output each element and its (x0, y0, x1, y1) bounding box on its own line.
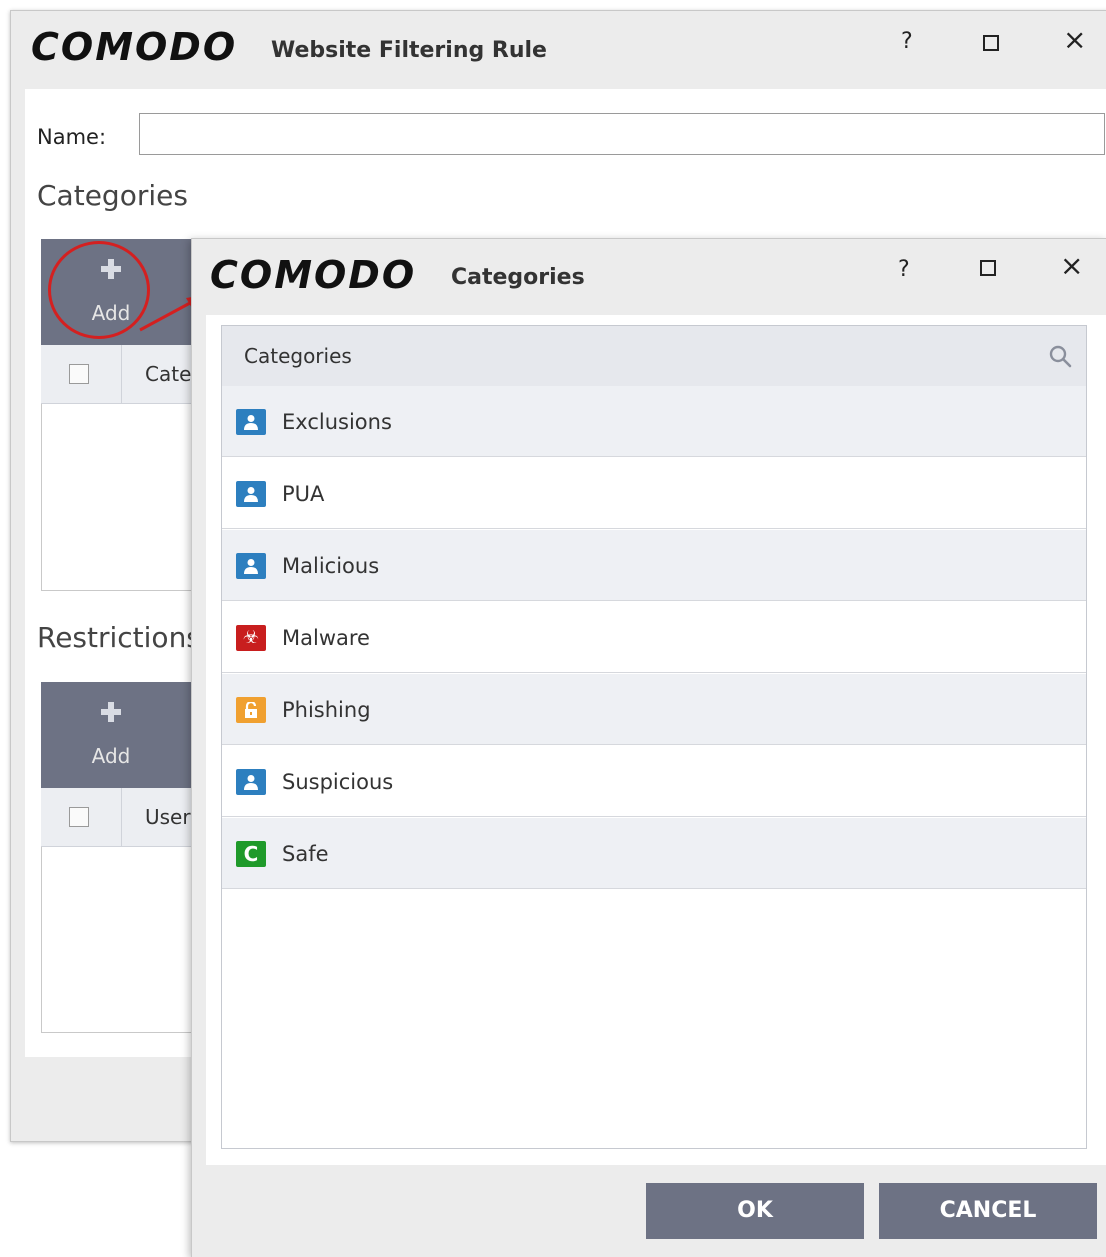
ok-button[interactable]: OK (646, 1183, 864, 1239)
search-icon[interactable] (1048, 344, 1072, 368)
comodo-logo: COMODO (210, 253, 417, 297)
list-header-label: Categories (244, 344, 352, 368)
help-icon[interactable]: ? (898, 259, 910, 281)
category-item-malware[interactable]: ☣ Malware (222, 602, 1086, 673)
user-badge-icon (236, 553, 266, 579)
categories-dialog: COMODO Categories ? × Categories Exclusi… (191, 238, 1106, 1257)
lock-icon (236, 697, 266, 723)
cancel-button[interactable]: CANCEL (879, 1183, 1097, 1239)
dialog-title: Categories (451, 265, 585, 290)
category-item-safe[interactable]: C Safe (222, 818, 1086, 889)
category-label: Suspicious (282, 770, 394, 794)
category-item-malicious[interactable]: Malicious (222, 530, 1086, 601)
category-label: Exclusions (282, 410, 392, 434)
close-icon[interactable]: × (1060, 252, 1083, 280)
user-badge-icon (236, 481, 266, 507)
categories-list: Categories Exclusions PUA Malicious ☣ Malwar… (221, 325, 1087, 1149)
user-badge-icon (236, 769, 266, 795)
category-label: Phishing (282, 698, 371, 722)
comodo-c-icon: C (236, 841, 266, 867)
list-header: Categories (222, 326, 1086, 387)
category-label: Malicious (282, 554, 380, 578)
dialog-content: Categories Exclusions PUA Malicious ☣ Malwar… (206, 315, 1106, 1165)
category-item-exclusions[interactable]: Exclusions (222, 386, 1086, 457)
category-item-phishing[interactable]: Phishing (222, 674, 1086, 745)
category-label: Safe (282, 842, 329, 866)
category-label: Malware (282, 626, 370, 650)
biohazard-icon: ☣ (236, 625, 266, 651)
maximize-icon[interactable] (980, 260, 996, 276)
category-item-pua[interactable]: PUA (222, 458, 1086, 529)
user-badge-icon (236, 409, 266, 435)
category-label: PUA (282, 482, 325, 506)
category-item-suspicious[interactable]: Suspicious (222, 746, 1086, 817)
